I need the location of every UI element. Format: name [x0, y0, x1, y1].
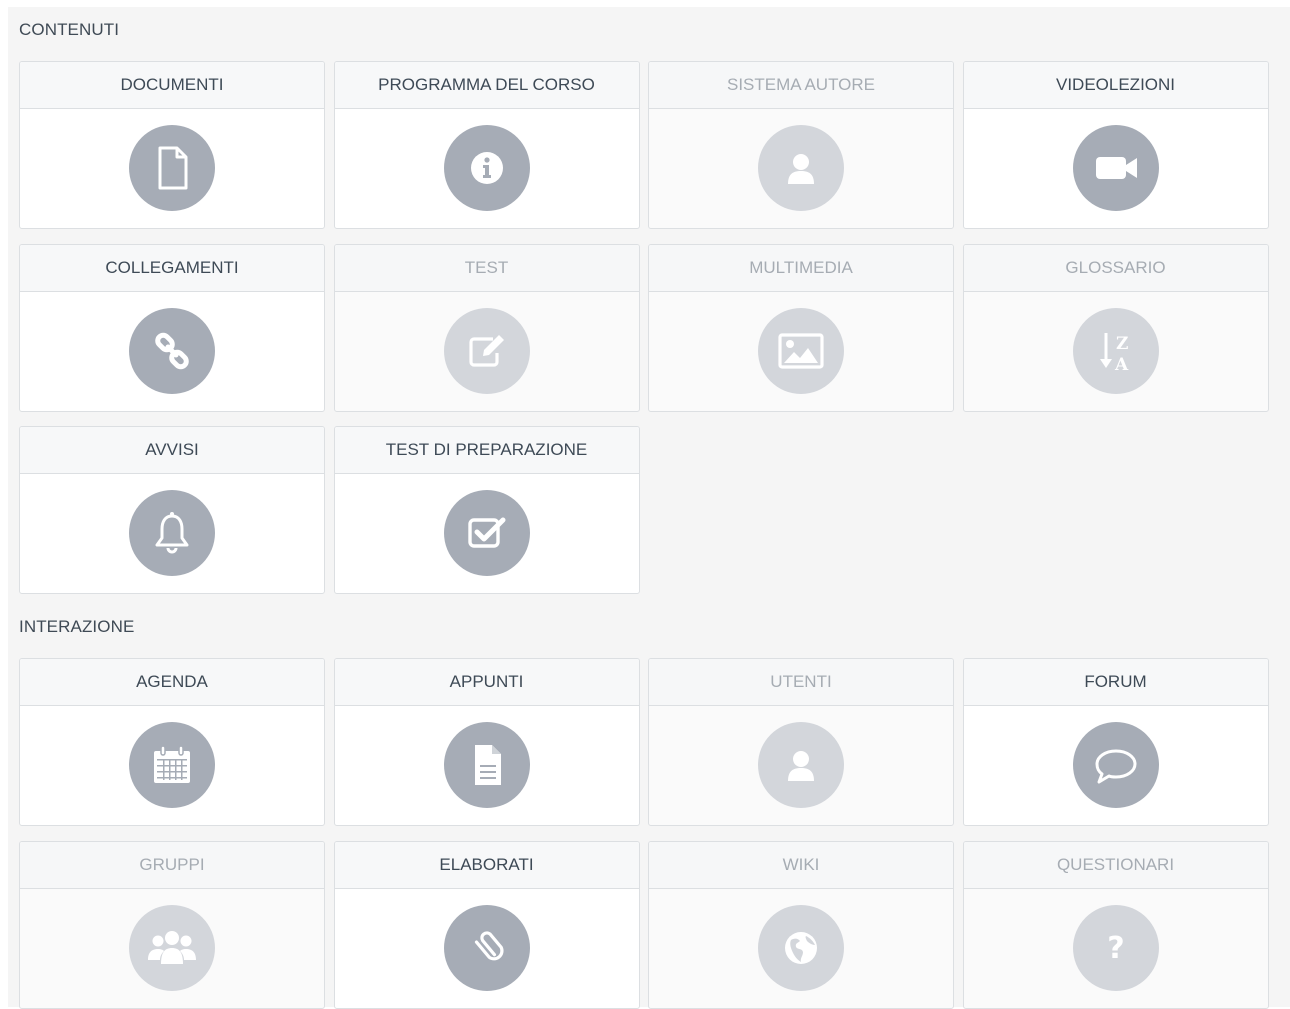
- tool-tile-label: COLLEGAMENTI: [20, 244, 324, 292]
- tool-tile-body: [964, 109, 1268, 228]
- tool-tile-label: TEST DI PREPARAZIONE: [334, 427, 639, 474]
- tool-tile-body: [335, 109, 639, 228]
- tool-tile-appunti[interactable]: APPUNTI: [333, 658, 640, 826]
- info-icon: [443, 125, 530, 211]
- tool-tile-documenti[interactable]: DOCUMENTI: [19, 61, 325, 229]
- tool-tile-label: QUESTIONARI: [963, 841, 1268, 889]
- tool-tile-label: GRUPPI: [20, 841, 324, 889]
- comment-icon: [1072, 722, 1159, 808]
- tool-tile-avvisi[interactable]: AVVISI: [19, 426, 325, 594]
- video-camera-icon: [1072, 125, 1159, 211]
- tool-tile-test[interactable]: TEST: [333, 243, 640, 412]
- tool-tile-label: FORUM: [963, 659, 1268, 706]
- tool-tile-label: ELABORATI: [334, 841, 639, 889]
- tool-tile-body: ZA: [964, 292, 1268, 411]
- tool-tile-body: [20, 292, 324, 411]
- tool-tile-glossario[interactable]: GLOSSARIO Z A: [962, 243, 1269, 412]
- tool-tile-body: [20, 889, 324, 1008]
- globe-icon: [758, 904, 844, 991]
- tool-tile-body: [649, 109, 953, 228]
- svg-text:?: ?: [1107, 931, 1124, 966]
- tool-tile-label: SISTEMA AUTORE: [649, 62, 953, 109]
- section-title-interazione: INTERAZIONE: [19, 617, 135, 636]
- file-text-icon: [443, 722, 530, 808]
- image-icon: [758, 307, 844, 394]
- sort-alpha-icon: ZA: [1072, 307, 1159, 394]
- svg-text:A: A: [1114, 355, 1129, 375]
- tool-tile-body: [20, 109, 324, 228]
- tool-tile-multimedia[interactable]: MULTIMEDIA: [648, 243, 954, 412]
- tool-tile-test-di-preparazione[interactable]: TEST DI PREPARAZIONE: [333, 426, 640, 594]
- user-icon: [758, 125, 844, 211]
- bell-icon: [129, 490, 215, 576]
- tool-tile-body: [649, 706, 953, 825]
- tool-tile-questionari[interactable]: QUESTIONARI?: [962, 840, 1269, 1009]
- tool-tile-label: DOCUMENTI: [20, 62, 324, 109]
- tool-tile-wiki[interactable]: WIKI: [648, 840, 954, 1009]
- tool-tile-body: [20, 474, 324, 593]
- edit-icon: [443, 307, 530, 394]
- tool-tile-label: GLOSSARIO: [963, 244, 1268, 292]
- tool-tile-label: TEST: [334, 244, 639, 292]
- tool-tile-body: [20, 706, 324, 825]
- paperclip-icon: [443, 904, 530, 991]
- document-icon: [129, 125, 215, 211]
- course-tools-panel: CONTENUTI DOCUMENTI PROGRAMMA DEL CORSO SI…: [8, 7, 1290, 1009]
- group-icon: [129, 904, 215, 991]
- tool-tile-body: [335, 706, 639, 825]
- section-title-contenuti: CONTENUTI: [19, 20, 120, 39]
- tool-tile-gruppi[interactable]: GRUPPI: [19, 840, 325, 1009]
- tool-tile-label: PROGRAMMA DEL CORSO: [334, 62, 639, 109]
- link-icon: [129, 307, 215, 394]
- tool-tile-label: MULTIMEDIA: [649, 244, 953, 292]
- tool-tile-agenda[interactable]: AGENDA: [19, 658, 325, 826]
- tool-tile-label: APPUNTI: [334, 659, 639, 706]
- checkbox-icon: [443, 490, 530, 576]
- tool-tile-label: WIKI: [649, 841, 953, 889]
- tool-tile-programma-del-corso[interactable]: PROGRAMMA DEL CORSO: [333, 61, 640, 229]
- user-icon: [758, 722, 844, 808]
- calendar-icon: [129, 722, 215, 808]
- tool-tile-label: UTENTI: [649, 659, 953, 706]
- tool-tile-videolezioni[interactable]: VIDEOLEZIONI: [962, 61, 1269, 229]
- tool-tile-utenti[interactable]: UTENTI: [648, 658, 954, 826]
- tool-tile-body: [335, 474, 639, 593]
- tool-tile-label: AVVISI: [20, 427, 324, 474]
- tool-tile-collegamenti[interactable]: COLLEGAMENTI: [19, 243, 325, 412]
- tool-tile-label: AGENDA: [20, 659, 324, 706]
- tool-tile-body: [964, 706, 1268, 825]
- tool-tile-forum[interactable]: FORUM: [962, 658, 1269, 826]
- tool-tile-body: [649, 889, 953, 1008]
- tool-tile-elaborati[interactable]: ELABORATI: [333, 840, 640, 1009]
- tool-tile-body: [335, 889, 639, 1008]
- svg-text:Z: Z: [1116, 334, 1128, 354]
- tool-tile-body: [335, 292, 639, 411]
- tool-tile-body: [649, 292, 953, 411]
- question-icon: ?: [1072, 904, 1159, 991]
- tool-tile-sistema-autore[interactable]: SISTEMA AUTORE: [648, 61, 954, 229]
- tool-tile-body: ?: [964, 889, 1268, 1008]
- tool-tile-label: VIDEOLEZIONI: [963, 62, 1268, 109]
